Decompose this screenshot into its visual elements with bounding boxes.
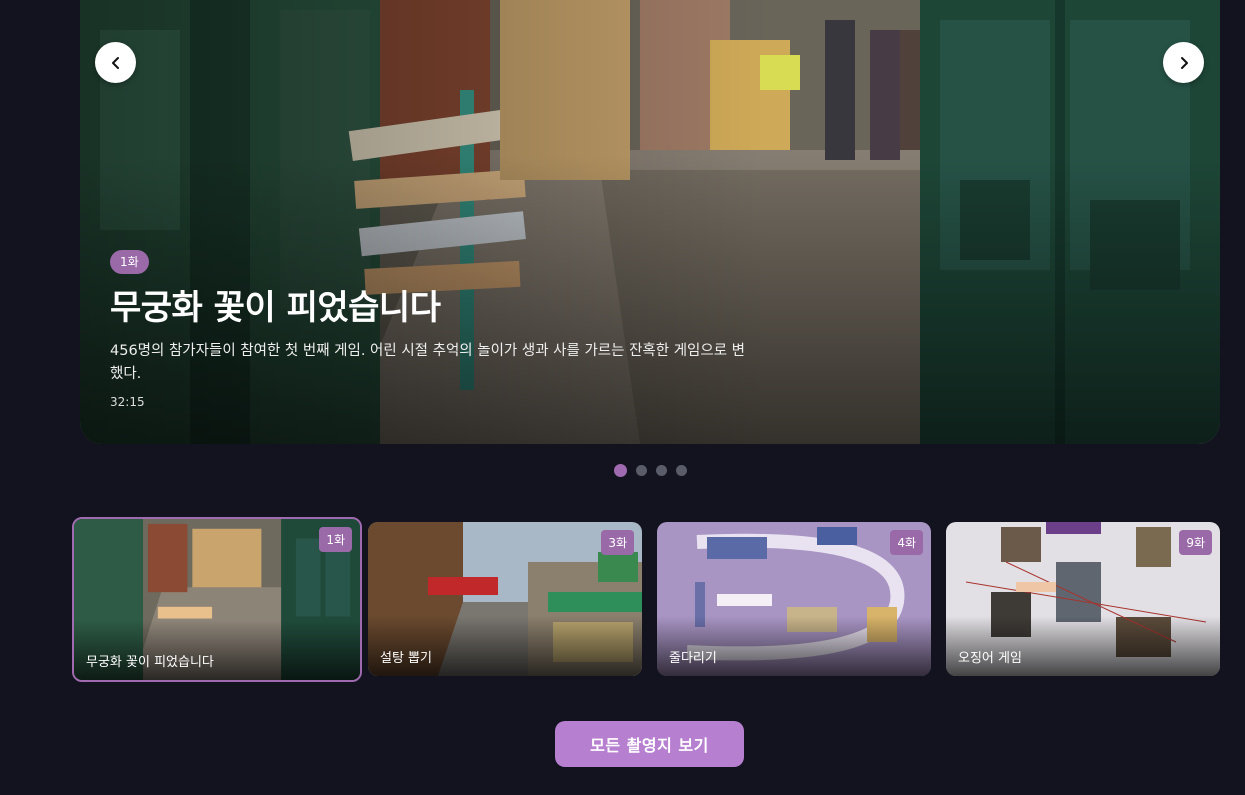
hero-slide[interactable]: 1화 무궁화 꽃이 피었습니다 456명의 참가자들이 참여한 첫 번째 게임.… [80,0,1220,444]
hero-description: 456명의 참가자들이 참여한 첫 번째 게임. 어린 시절 추억의 놀이가 생… [110,343,746,382]
thumbnail-title: 줄다리기 [669,651,717,666]
carousel-dot[interactable] [636,465,647,476]
hero-content: 1화 무궁화 꽃이 피었습니다 456명의 참가자들이 참여한 첫 번째 게임.… [110,250,750,409]
carousel-next-button[interactable] [1163,42,1204,83]
carousel-dots [614,464,687,477]
chevron-left-icon [111,56,119,69]
thumbnail-overlay [946,616,1220,676]
thumbnail-overlay [74,620,360,680]
episode-badge: 1화 [319,527,352,552]
episode-badge: 4화 [890,530,923,555]
carousel-dot[interactable] [656,465,667,476]
thumbnail-title: 오징어 게임 [958,651,1022,666]
carousel-dot[interactable] [676,465,687,476]
hero-title: 무궁화 꽃이 피었습니다 [110,288,441,328]
carousel-prev-button[interactable] [95,42,136,83]
thumbnail-title: 설탕 뽑기 [380,651,432,666]
episode-badge: 1화 [110,250,149,274]
thumbnail-title: 무궁화 꽃이 피었습니다 [86,655,214,670]
episode-badge: 3화 [601,530,634,555]
thumbnail-card[interactable]: 9화 오징어 게임 [946,522,1220,676]
chevron-right-icon [1180,56,1188,69]
thumbnail-card[interactable]: 4화 줄다리기 [657,522,931,676]
carousel-dot[interactable] [614,464,627,477]
hero-duration: 32:15 [110,395,145,409]
thumbnail-card[interactable]: 3화 설탕 뽑기 [368,522,642,676]
thumbnail-overlay [657,616,931,676]
view-all-locations-button[interactable]: 모든 촬영지 보기 [555,721,744,767]
episode-badge: 9화 [1179,530,1212,555]
thumbnail-overlay [368,616,642,676]
thumbnail-card[interactable]: 1화 무궁화 꽃이 피었습니다 [72,517,362,682]
